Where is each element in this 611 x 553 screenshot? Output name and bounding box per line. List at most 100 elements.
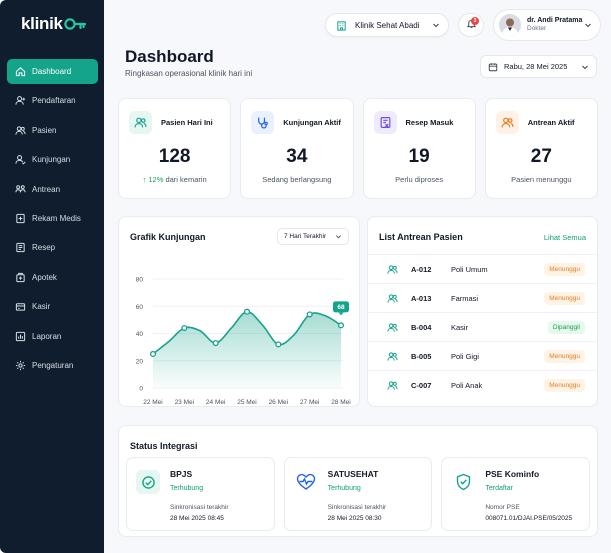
trend-note: dari kemarin — [163, 175, 207, 184]
stat-card-pasien[interactable]: Pasien Hari Ini 128 ↑ 12% dari kemarin — [118, 98, 232, 199]
chevron-down-icon — [432, 21, 440, 29]
clinic-name: Klinik Sehat Abadi — [355, 20, 420, 30]
stat-card-kunjungan[interactable]: Kunjungan Aktif 34 Sedang berlangsung — [240, 98, 354, 199]
queue-list: A-012 Poli Umum Menunggu A-013 Farmasi Menung… — [368, 254, 597, 399]
integration-name: SATUSEHAT — [327, 469, 379, 479]
patient-icon — [387, 322, 399, 333]
integration-name: BPJS — [170, 469, 193, 479]
stat-note: Sedang berlangsung — [262, 175, 332, 184]
sidebar-item-pengaturan[interactable]: Pengaturan — [7, 353, 98, 378]
settings-icon — [14, 359, 26, 371]
queue-number: A-013 — [411, 293, 432, 303]
sidebar-item-label: Laporan — [32, 331, 62, 341]
page-title: Dashboard — [125, 47, 214, 66]
integration-bpjs[interactable]: BPJS Terhubung Sinkronisasi terakhir 28 … — [126, 457, 275, 531]
report-icon — [14, 330, 26, 342]
x-tick-label: 22 Mei — [143, 399, 163, 406]
integration-row: BPJS Terhubung Sinkronisasi terakhir 28 … — [126, 457, 591, 531]
queue-row[interactable]: B-005 Poli Gigi Menunggu — [368, 341, 597, 370]
sidebar-item-label: Kasir — [32, 302, 51, 312]
integration-label: Nomor PSE — [485, 504, 520, 511]
queue-row[interactable]: A-013 Farmasi Menunggu — [368, 283, 597, 312]
queue-number: A-012 — [411, 264, 432, 274]
stat-card-antrean[interactable]: Antrean Aktif 27 Pasien menunggu — [484, 98, 598, 199]
chevron-down-icon — [335, 233, 342, 240]
queue-status-badge: Dipanggil — [547, 320, 585, 334]
visits-chart-card: Grafik Kunjungan 7 Hari Terakhir 0 20 40 60… — [118, 216, 360, 407]
queue-icon — [14, 183, 26, 195]
sidebar-item-rekam-medis[interactable]: Rekam Medis — [7, 206, 98, 231]
queue-row[interactable]: B-004 Kasir Dipanggil — [368, 312, 597, 341]
user-profile-menu[interactable]: dr. Andi Pratama Dokter — [493, 9, 601, 41]
sidebar-item-kunjungan[interactable]: Kunjungan — [7, 147, 98, 172]
notification-button[interactable]: 3 — [458, 13, 484, 37]
sidebar-item-label: Dashboard — [32, 67, 72, 76]
sidebar-item-label: Antrean — [32, 184, 61, 194]
see-all-link[interactable]: Lihat Semua — [544, 233, 586, 242]
pharmacy-icon — [14, 271, 26, 283]
user-name: dr. Andi Pratama — [527, 16, 583, 24]
sidebar-item-label: Apotek — [32, 272, 57, 282]
sidebar-item-label: Pendaftaran — [32, 96, 76, 106]
queue-number: C-007 — [411, 380, 432, 390]
prescription-doc-icon — [373, 111, 397, 134]
queue-status-badge: Menunggu — [544, 291, 585, 305]
integration-pse[interactable]: PSE Kominfo Terdaftar Nomor PSE 008071.0… — [441, 457, 591, 531]
queue-card: List Antrean Pasien Lihat Semua A-012 Pol… — [367, 216, 598, 407]
chevron-down-icon — [581, 63, 589, 71]
last-value-label: 68 — [337, 304, 345, 311]
patient-icon — [387, 293, 399, 304]
queue-row[interactable]: C-007 Poli Anak Menunggu — [368, 370, 597, 399]
users-icon — [14, 124, 26, 136]
queue-title: List Antrean Pasien — [379, 232, 463, 242]
queue-poli: Poli Gigi — [451, 351, 479, 361]
x-tick-label: 23 Mei — [175, 399, 195, 406]
avatar — [499, 14, 521, 36]
integration-status: Terdaftar — [485, 485, 513, 492]
sidebar-item-resep[interactable]: Resep — [7, 235, 98, 260]
sidebar-item-label: Pengaturan — [32, 360, 74, 370]
user-visit-icon — [14, 154, 26, 166]
building-icon — [336, 20, 347, 31]
sidebar-item-pendaftaran[interactable]: Pendaftaran — [7, 88, 98, 113]
sidebar-item-kasir[interactable]: Kasir — [7, 294, 98, 319]
integration-status: Terhubung — [170, 485, 204, 492]
clinic-selector[interactable]: Klinik Sehat Abadi — [325, 13, 449, 37]
sidebar-item-antrean[interactable]: Antrean — [7, 177, 98, 202]
range-value: 7 Hari Terakhir — [284, 233, 327, 240]
queue-number: B-005 — [411, 351, 432, 361]
main-content: Klinik Sehat Abadi 3 dr. Andi Pratama Do… — [104, 0, 611, 553]
queue-poli: Farmasi — [451, 293, 479, 303]
sidebar-item-pasien[interactable]: Pasien — [7, 118, 98, 143]
stat-card-resep[interactable]: Resep Masuk 19 Perlu diproses — [362, 98, 476, 199]
data-point — [149, 350, 157, 357]
series-area — [153, 311, 341, 388]
sidebar-item-apotek[interactable]: Apotek — [7, 265, 98, 290]
chart-range-selector[interactable]: 7 Hari Terakhir — [277, 228, 349, 245]
integration-label: Sinkronisasi terakhir — [327, 504, 387, 511]
sidebar-item-dashboard[interactable]: Dashboard — [7, 59, 98, 84]
sidebar-item-laporan[interactable]: Laporan — [7, 324, 98, 349]
integration-title: Status Integrasi — [130, 441, 198, 451]
date-value: Rabu, 28 Mei 2025 — [504, 62, 568, 71]
brand-logo[interactable]: klinik — [21, 14, 86, 34]
topbar: Klinik Sehat Abadi 3 dr. Andi Pratama Do… — [325, 9, 601, 41]
date-picker[interactable]: Rabu, 28 Mei 2025 — [480, 55, 597, 78]
data-point — [243, 308, 251, 315]
x-tick-label: 28 Mei — [331, 399, 351, 406]
y-tick-label: 20 — [136, 358, 144, 365]
calendar-icon — [488, 62, 498, 72]
integration-value: 28 Mei 2025 08:30 — [327, 515, 382, 522]
patient-icon — [387, 264, 399, 275]
integration-satusehat[interactable]: SATUSEHAT Terhubung Sinkronisasi terakhi… — [283, 457, 433, 531]
cashier-icon — [14, 301, 26, 313]
queue-row[interactable]: A-012 Poli Umum Menunggu — [368, 254, 597, 283]
y-tick-label: 40 — [136, 331, 144, 338]
queue-people-icon — [495, 111, 519, 134]
stat-value: 34 — [286, 146, 308, 167]
data-point — [181, 325, 188, 332]
patient-icon — [387, 351, 399, 362]
integration-value: 28 Mei 2025 08:45 — [170, 515, 224, 522]
stat-label: Antrean Aktif — [527, 118, 575, 127]
check-shield-icon — [136, 470, 160, 494]
